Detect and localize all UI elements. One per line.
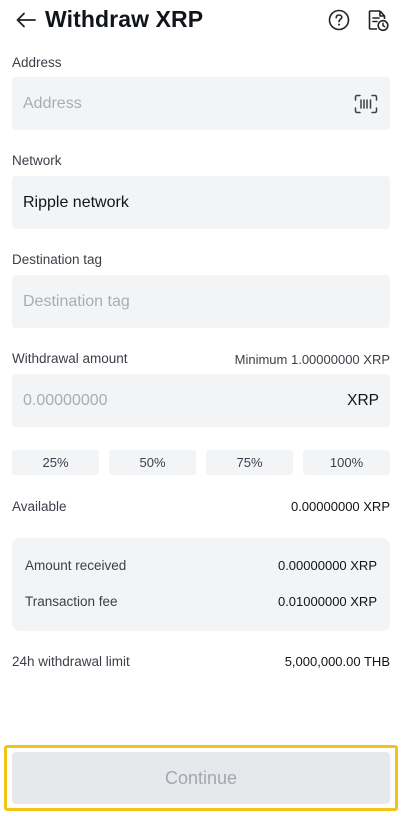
header-bar: Withdraw XRP — [0, 0, 405, 42]
transaction-fee-label: Transaction fee — [25, 594, 118, 609]
address-input[interactable] — [23, 94, 353, 113]
summary-card: Amount received 0.00000000 XRP Transacti… — [12, 538, 390, 631]
withdrawal-limit-label: 24h withdrawal limit — [12, 654, 130, 669]
transaction-fee-row: Transaction fee 0.01000000 XRP — [25, 594, 377, 609]
destination-tag-field-container — [12, 275, 390, 328]
amount-received-value: 0.00000000 XRP — [277, 558, 377, 573]
amount-field-container: XRP — [12, 374, 390, 427]
available-label: Available — [12, 499, 67, 514]
destination-tag-input[interactable] — [23, 292, 379, 311]
network-label: Network — [12, 153, 62, 168]
network-value: Ripple network — [23, 193, 129, 211]
help-icon[interactable] — [327, 8, 351, 32]
percent-75-button[interactable]: 75% — [206, 450, 293, 475]
address-label: Address — [12, 55, 62, 70]
continue-button[interactable]: Continue — [12, 752, 390, 804]
withdrawal-limit-value: 5,000,000.00 THB — [284, 654, 390, 669]
minimum-amount-text: Minimum 1.00000000 XRP — [234, 352, 390, 367]
percent-25-button[interactable]: 25% — [12, 450, 99, 475]
history-record-icon[interactable] — [366, 8, 390, 32]
transaction-fee-value: 0.01000000 XRP — [277, 594, 377, 609]
amount-input[interactable] — [23, 391, 340, 410]
destination-tag-label: Destination tag — [12, 252, 103, 267]
amount-received-label: Amount received — [25, 558, 127, 573]
address-field-container — [12, 77, 390, 130]
available-row: Available 0.00000000 XRP — [12, 499, 390, 514]
available-value: 0.00000000 XRP — [290, 499, 390, 514]
percent-100-button[interactable]: 100% — [303, 450, 390, 475]
percent-50-button[interactable]: 50% — [109, 450, 196, 475]
back-arrow-icon[interactable] — [14, 8, 38, 32]
page-title: Withdraw XRP — [45, 6, 204, 32]
withdrawal-amount-label: Withdrawal amount — [12, 351, 128, 366]
scan-qr-icon[interactable] — [353, 91, 379, 117]
withdrawal-limit-row: 24h withdrawal limit 5,000,000.00 THB — [12, 654, 390, 669]
amount-received-row: Amount received 0.00000000 XRP — [25, 558, 377, 573]
network-select[interactable]: Ripple network — [12, 176, 390, 229]
amount-currency: XRP — [347, 391, 379, 409]
percent-button-row: 25% 50% 75% 100% — [12, 450, 390, 475]
